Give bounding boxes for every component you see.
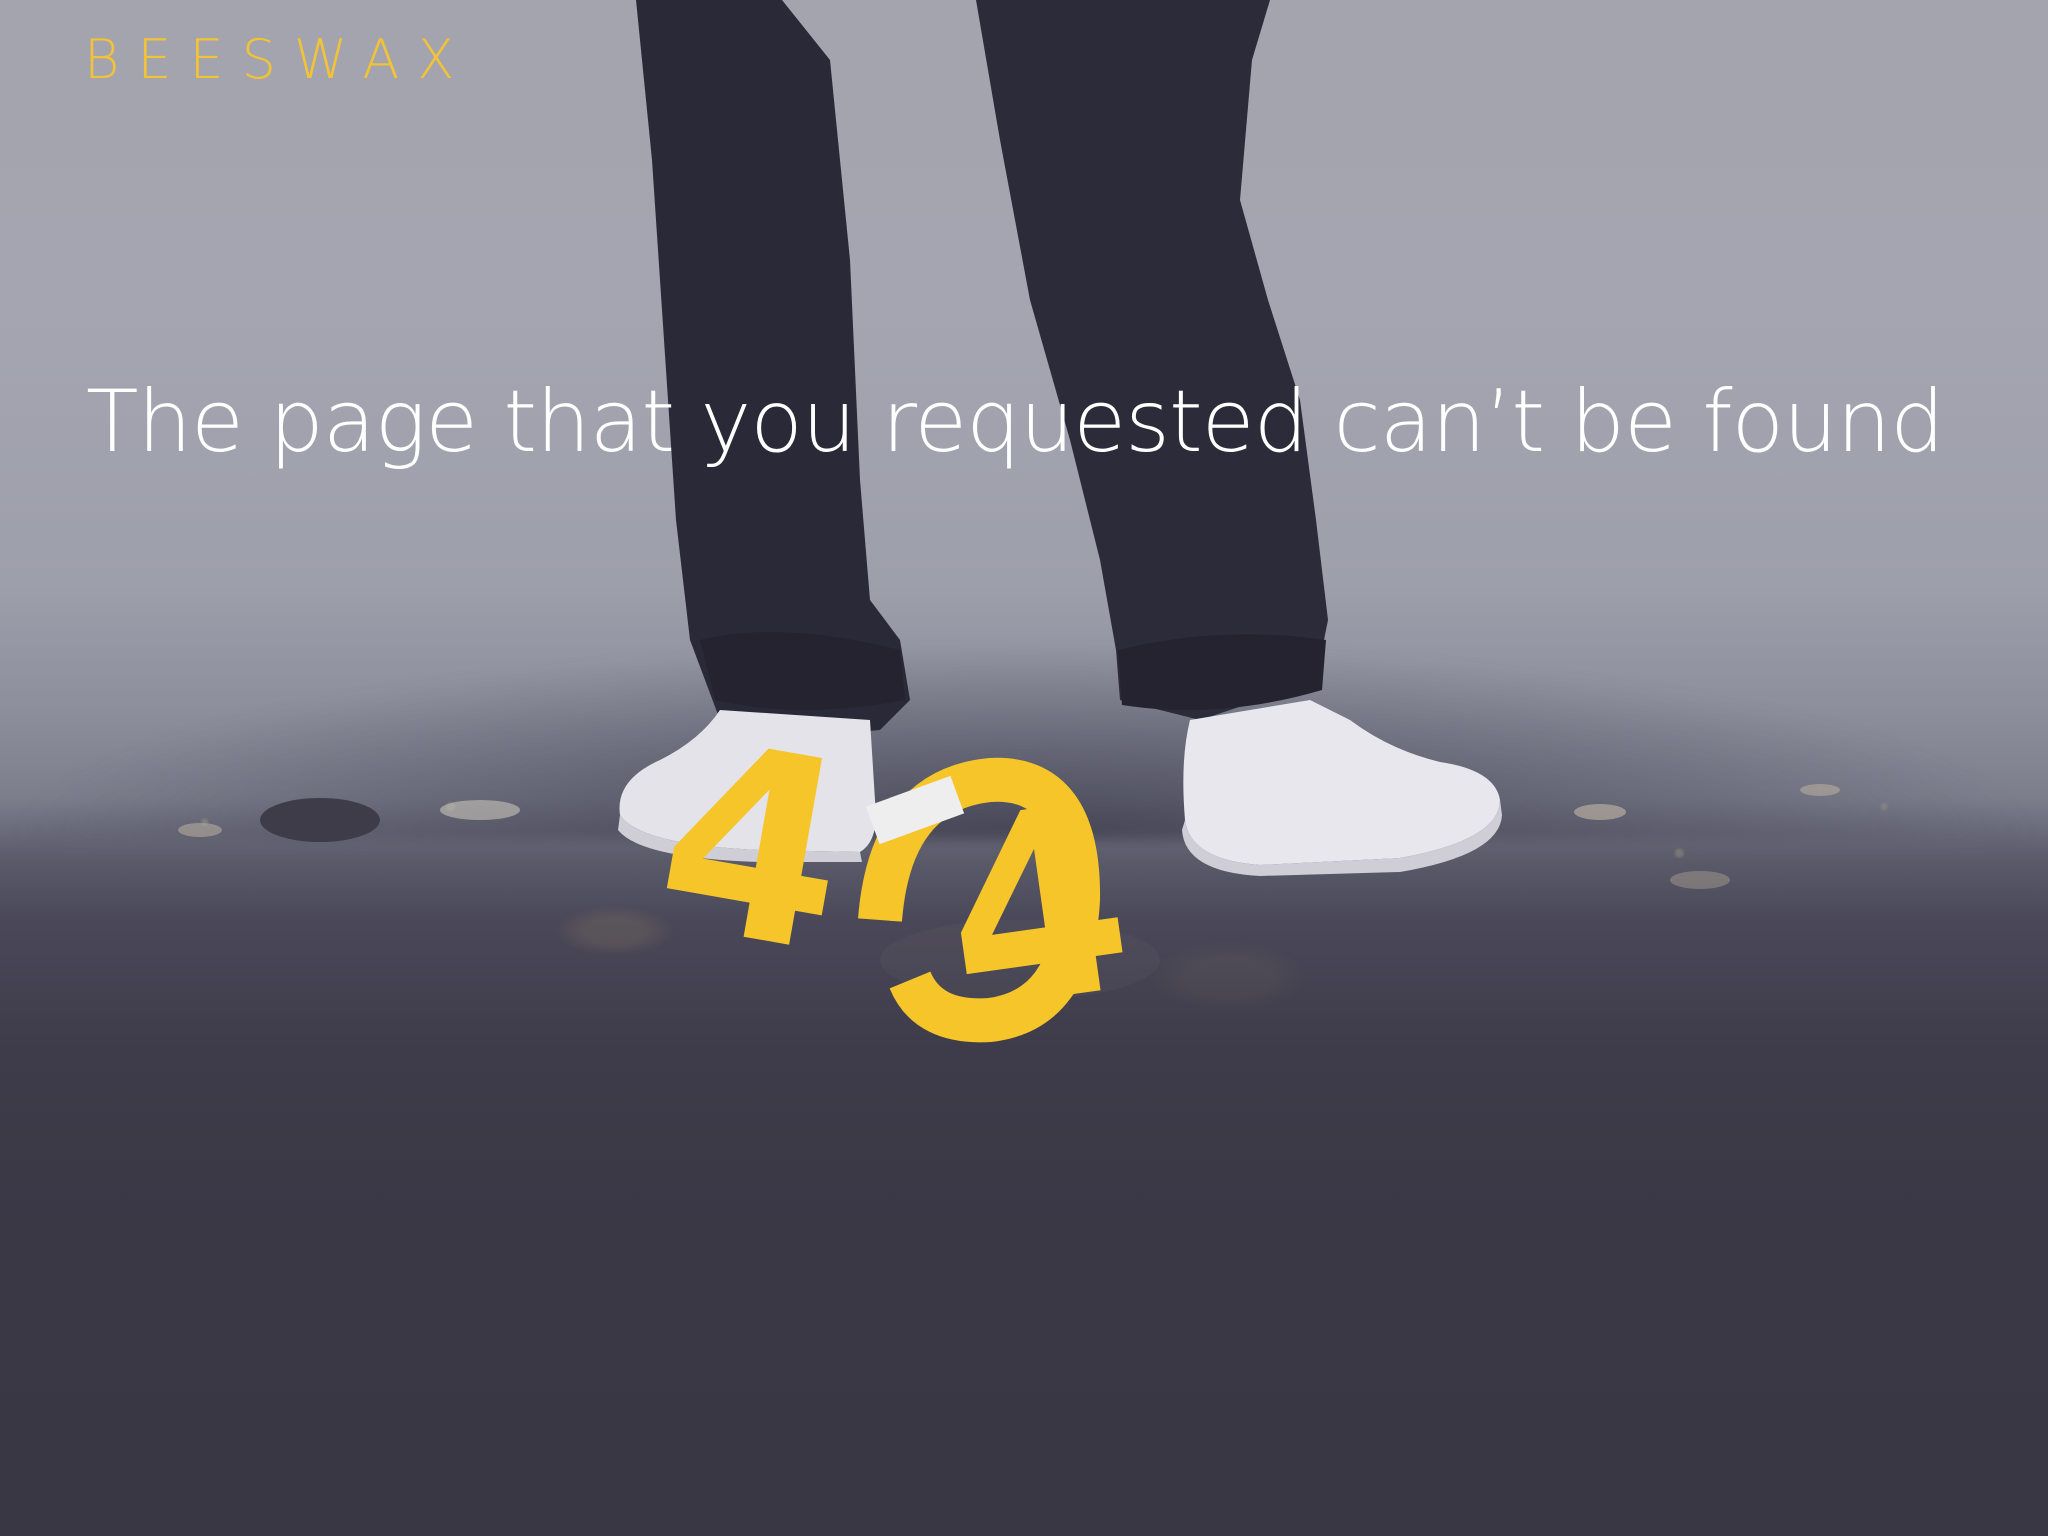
error-message: The page that you requested can’t be fou… <box>86 372 1945 472</box>
error-code-404: 4 4 <box>660 690 1148 1071</box>
brand-logo[interactable]: BEESWAX <box>84 30 472 90</box>
error-code-digit-1: 4 <box>660 690 869 1013</box>
error-page: BEESWAX The page that you requested can’… <box>0 0 2048 1536</box>
